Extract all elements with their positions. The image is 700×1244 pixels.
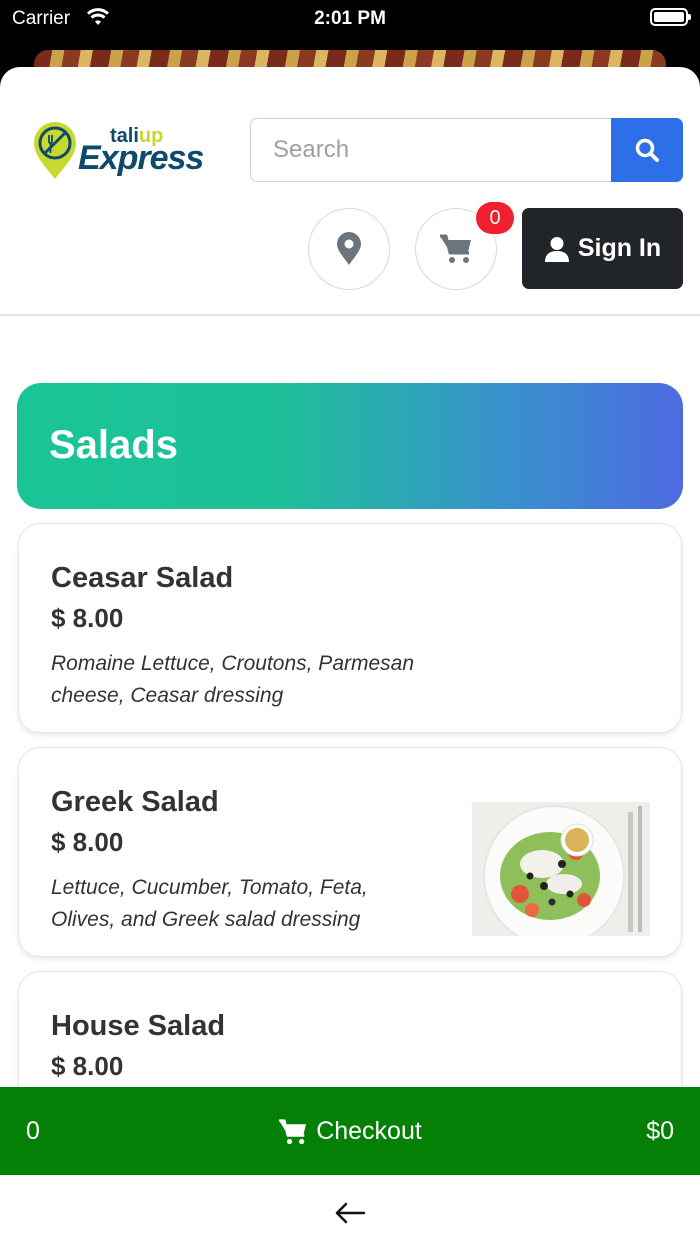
battery-icon [650, 8, 691, 26]
user-icon [544, 236, 569, 262]
back-arrow-icon[interactable] [334, 1201, 366, 1225]
search-button[interactable] [611, 118, 683, 182]
shopping-cart-icon [440, 234, 471, 263]
search-icon [635, 138, 659, 162]
sign-in-label: Sign In [577, 234, 662, 262]
menu-sheet: taliup Express 0 Sign In [0, 67, 700, 1244]
brand-name: Express [78, 139, 204, 177]
taliup-express-logo[interactable]: taliup Express [32, 119, 204, 185]
item-name: Greek Salad [51, 786, 219, 818]
checkout-bar[interactable]: 0 Checkout $0 [0, 1087, 700, 1175]
menu-item-card[interactable]: Ceasar Salad $ 8.00 Romaine Lettuce, Cro… [18, 523, 682, 733]
shopping-cart-icon [279, 1118, 307, 1144]
checkout-button[interactable]: Checkout [0, 1117, 700, 1146]
logo-pin-icon [34, 122, 76, 179]
item-price: $ 8.00 [51, 827, 124, 857]
greek-salad-photo [472, 802, 650, 936]
item-name: House Salad [51, 1010, 226, 1042]
item-price: $ 8.00 [51, 603, 124, 633]
header-divider [0, 314, 700, 316]
item-name: Ceasar Salad [51, 562, 234, 594]
item-description: Lettuce, Cucumber, Tomato, Feta, Olives,… [51, 876, 368, 931]
category-title: Salads [49, 423, 178, 467]
location-button[interactable] [308, 208, 390, 290]
checkout-label: Checkout [316, 1117, 422, 1145]
checkout-total: $0 [646, 1117, 674, 1145]
map-marker-icon [337, 232, 361, 265]
cart-count-badge: 0 [476, 202, 514, 234]
item-price: $ 8.00 [51, 1051, 124, 1081]
item-description: Romaine Lettuce, Croutons, Parmesan chee… [51, 652, 415, 707]
status-bar: Carrier 2:01 PM [0, 0, 700, 46]
sign-in-button[interactable]: Sign In [522, 208, 683, 289]
clock: 2:01 PM [314, 8, 386, 29]
menu-item-card[interactable]: Greek Salad $ 8.00 Lettuce, Cucumber, To… [18, 747, 682, 957]
search-bar [250, 118, 683, 182]
category-header-salads: Salads [17, 383, 683, 509]
bottom-nav [0, 1175, 700, 1244]
search-input[interactable] [250, 118, 612, 182]
